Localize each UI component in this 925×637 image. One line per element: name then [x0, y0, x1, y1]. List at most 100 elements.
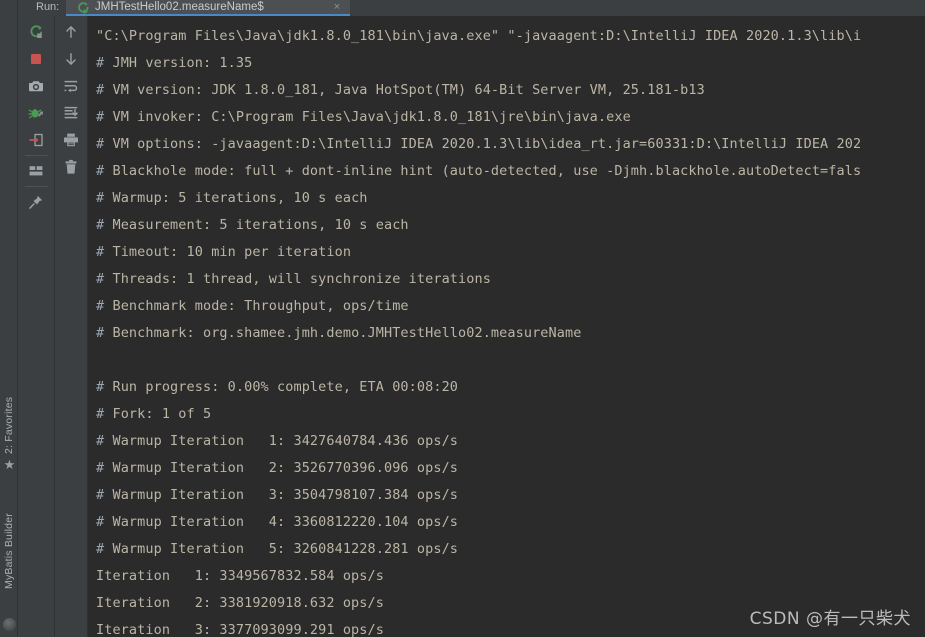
- layout-icon: [29, 165, 43, 175]
- console-line-text: Run progress: 0.00% complete, ETA 00:08:…: [104, 379, 459, 395]
- console-line-text: VM version: JDK 1.8.0_181, Java HotSpot(…: [104, 82, 705, 98]
- bug-icon: [28, 108, 43, 118]
- console-line: # JMH version: 1.35: [96, 50, 925, 77]
- run-label: Run:: [36, 1, 60, 13]
- pin-icon: [29, 195, 43, 209]
- print-icon: [64, 133, 78, 146]
- hash-marker: #: [96, 433, 105, 449]
- hash-marker: #: [96, 325, 105, 341]
- console-line-text: Iteration 3: 3377093099.291 ops/s: [96, 622, 384, 637]
- console-line: "C:\Program Files\Java\jdk1.8.0_181\bin\…: [96, 23, 925, 50]
- camera-icon: [28, 80, 44, 91]
- clear-button[interactable]: [55, 153, 87, 180]
- rerun-icon: [30, 24, 43, 38]
- console-line-text: Warmup: 5 iterations, 10 s each: [104, 190, 368, 206]
- scroll-end-button[interactable]: [55, 99, 87, 126]
- console-line: # Threads: 1 thread, will synchronize it…: [96, 266, 925, 293]
- console-line: Iteration 1: 3349567832.584 ops/s: [96, 563, 925, 590]
- hash-marker: #: [96, 514, 105, 530]
- up-button[interactable]: [55, 18, 87, 45]
- hash-marker: #: [96, 460, 105, 476]
- star-icon: ★: [3, 457, 16, 472]
- trash-icon: [65, 159, 77, 174]
- print-button[interactable]: [55, 126, 87, 153]
- console-line: # Warmup Iteration 3: 3504798107.384 ops…: [96, 482, 925, 509]
- soft-wrap-icon: [64, 80, 78, 92]
- arrow-down-icon: [66, 52, 76, 65]
- hash-marker: #: [96, 217, 105, 233]
- stop-icon: [31, 53, 41, 64]
- console-line-text: Warmup Iteration 1: 3427640784.436 ops/s: [104, 433, 459, 449]
- console-lines: "C:\Program Files\Java\jdk1.8.0_181\bin\…: [88, 16, 925, 637]
- hash-marker: #: [96, 541, 105, 557]
- console-line-text: Warmup Iteration 2: 3526770396.096 ops/s: [104, 460, 459, 476]
- hash-marker: #: [96, 244, 105, 260]
- hash-marker: #: [96, 406, 105, 422]
- hash-marker: #: [96, 163, 105, 179]
- hash-marker: #: [96, 190, 105, 206]
- hash-marker: #: [96, 82, 105, 98]
- status-orb-icon: [3, 618, 16, 631]
- hash-marker: #: [96, 55, 105, 71]
- sidebar-item-favorites[interactable]: 2: Favorites: [0, 314, 18, 454]
- screenshot-button[interactable]: [18, 72, 54, 99]
- console-line: # Warmup Iteration 5: 3260841228.281 ops…: [96, 536, 925, 563]
- console-line-text: Threads: 1 thread, will synchronize iter…: [104, 271, 491, 287]
- console-line-text: Benchmark: org.shamee.jmh.demo.JMHTestHe…: [104, 325, 582, 341]
- console-line: # Warmup Iteration 4: 3360812220.104 ops…: [96, 509, 925, 536]
- hash-marker: #: [96, 109, 105, 125]
- run-toolbar-secondary: [55, 16, 88, 637]
- scroll-to-end-icon: [64, 106, 78, 118]
- left-tool-strip: ★ 2: Favorites MyBatis Builder: [0, 0, 18, 637]
- console-line-text: Timeout: 10 min per iteration: [104, 244, 352, 260]
- toolbar-divider-2: [25, 186, 48, 187]
- run-toolbar-primary: [18, 16, 55, 637]
- hash-marker: #: [96, 379, 105, 395]
- exit-icon: [29, 133, 43, 146]
- console-line-text: Warmup Iteration 5: 3260841228.281 ops/s: [104, 541, 459, 557]
- hash-marker: #: [96, 271, 105, 287]
- console-line-text: Benchmark mode: Throughput, ops/time: [104, 298, 409, 314]
- run-configuration-icon: [76, 1, 90, 15]
- rerun-button[interactable]: [18, 18, 54, 45]
- hash-marker: #: [96, 136, 105, 152]
- console-line: # Measurement: 5 iterations, 10 s each: [96, 212, 925, 239]
- console-output[interactable]: "C:\Program Files\Java\jdk1.8.0_181\bin\…: [88, 16, 925, 637]
- console-line-text: Measurement: 5 iterations, 10 s each: [104, 217, 409, 233]
- console-line: # Timeout: 10 min per iteration: [96, 239, 925, 266]
- arrow-up-icon: [66, 25, 76, 38]
- console-line-text: Warmup Iteration 4: 3360812220.104 ops/s: [104, 514, 459, 530]
- debug-button[interactable]: [18, 99, 54, 126]
- exit-button[interactable]: [18, 126, 54, 153]
- console-line: # Benchmark mode: Throughput, ops/time: [96, 293, 925, 320]
- console-line: # VM version: JDK 1.8.0_181, Java HotSpo…: [96, 77, 925, 104]
- console-line: # Warmup Iteration 2: 3526770396.096 ops…: [96, 455, 925, 482]
- console-line: # VM invoker: C:\Program Files\Java\jdk1…: [96, 104, 925, 131]
- console-line-text: Blackhole mode: full + dont-inline hint …: [104, 163, 862, 179]
- layout-button[interactable]: [18, 157, 54, 184]
- console-line: # Blackhole mode: full + dont-inline hin…: [96, 158, 925, 185]
- ide-run-tool-window: ★ 2: Favorites MyBatis Builder Run: JMHT…: [0, 0, 925, 637]
- console-line: # Run progress: 0.00% complete, ETA 00:0…: [96, 374, 925, 401]
- console-line: # VM options: -javaagent:D:\IntelliJ IDE…: [96, 131, 925, 158]
- console-line-text: JMH version: 1.35: [104, 55, 253, 71]
- console-line-text: Fork: 1 of 5: [104, 406, 212, 422]
- console-line: # Warmup: 5 iterations, 10 s each: [96, 185, 925, 212]
- console-line-text: VM options: -javaagent:D:\IntelliJ IDEA …: [104, 136, 862, 152]
- console-line-text: "C:\Program Files\Java\jdk1.8.0_181\bin\…: [96, 28, 862, 44]
- console-line: # Fork: 1 of 5: [96, 401, 925, 428]
- pin-button[interactable]: [18, 188, 54, 215]
- console-line: # Benchmark: org.shamee.jmh.demo.JMHTest…: [96, 320, 925, 347]
- hash-marker: #: [96, 298, 105, 314]
- stop-button[interactable]: [18, 45, 54, 72]
- watermark: CSDN @有一只柴犬: [749, 609, 911, 629]
- console-line-text: Iteration 2: 3381920918.632 ops/s: [96, 595, 384, 611]
- sidebar-item-mybatis-builder[interactable]: MyBatis Builder: [0, 471, 18, 589]
- run-tab-bar: Run: JMHTestHello02.measureName$ ×: [18, 0, 925, 17]
- down-button[interactable]: [55, 45, 87, 72]
- console-line: # Warmup Iteration 1: 3427640784.436 ops…: [96, 428, 925, 455]
- soft-wrap-button[interactable]: [55, 72, 87, 99]
- hash-marker: #: [96, 487, 105, 503]
- toolbar-divider-1: [25, 155, 48, 156]
